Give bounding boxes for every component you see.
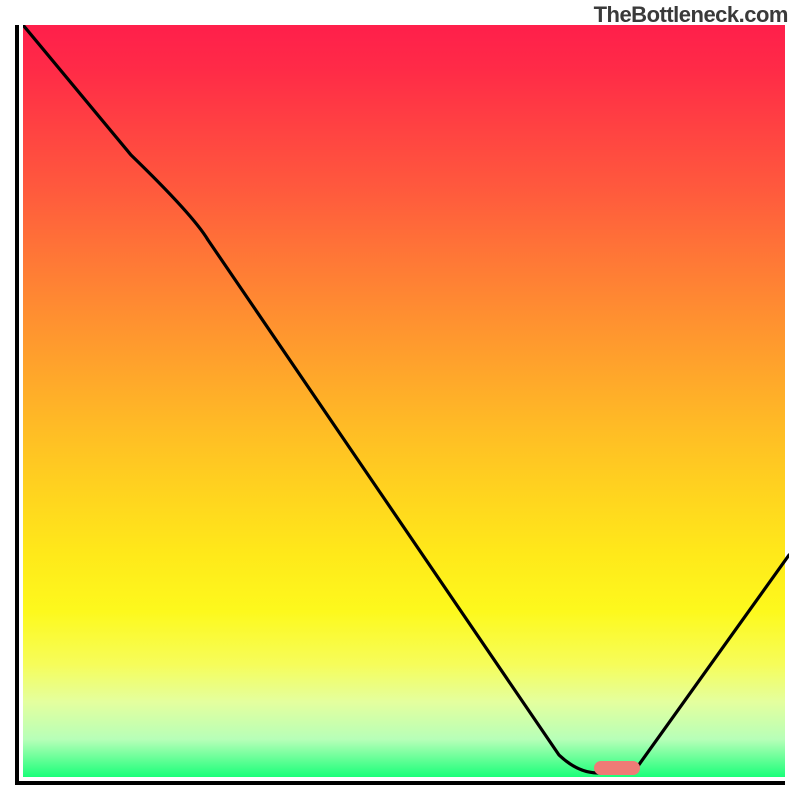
bottleneck-curve [23, 25, 789, 781]
optimal-marker [594, 761, 640, 775]
chart-container: TheBottleneck.com [0, 0, 800, 800]
curve-path [23, 25, 789, 773]
chart-axes [15, 25, 785, 785]
